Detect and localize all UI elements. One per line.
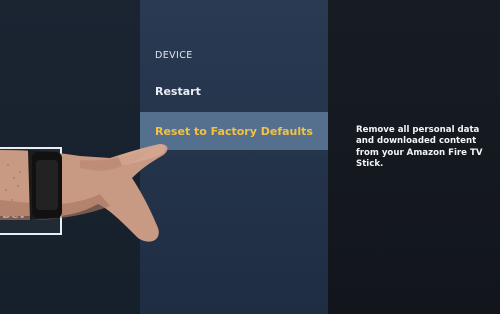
previous-menu-selected-item[interactable] xyxy=(0,147,62,235)
previous-menu-column: Dev xyxy=(0,0,140,314)
menu-item-reset-factory-defaults[interactable]: Reset to Factory Defaults xyxy=(140,112,328,150)
section-title: DEVICE xyxy=(155,50,193,61)
item-description: Remove all personal data and downloaded … xyxy=(356,125,483,170)
fire-tv-settings-screen: Dev DEVICE Restart Reset to Factory Defa… xyxy=(0,0,500,314)
menu-item-label: Restart xyxy=(155,84,201,98)
device-menu-panel xyxy=(140,0,328,314)
menu-item-label: Reset to Factory Defaults xyxy=(155,124,313,138)
menu-item-restart[interactable]: Restart xyxy=(140,72,328,110)
previous-menu-selected-label: Dev xyxy=(2,208,26,221)
